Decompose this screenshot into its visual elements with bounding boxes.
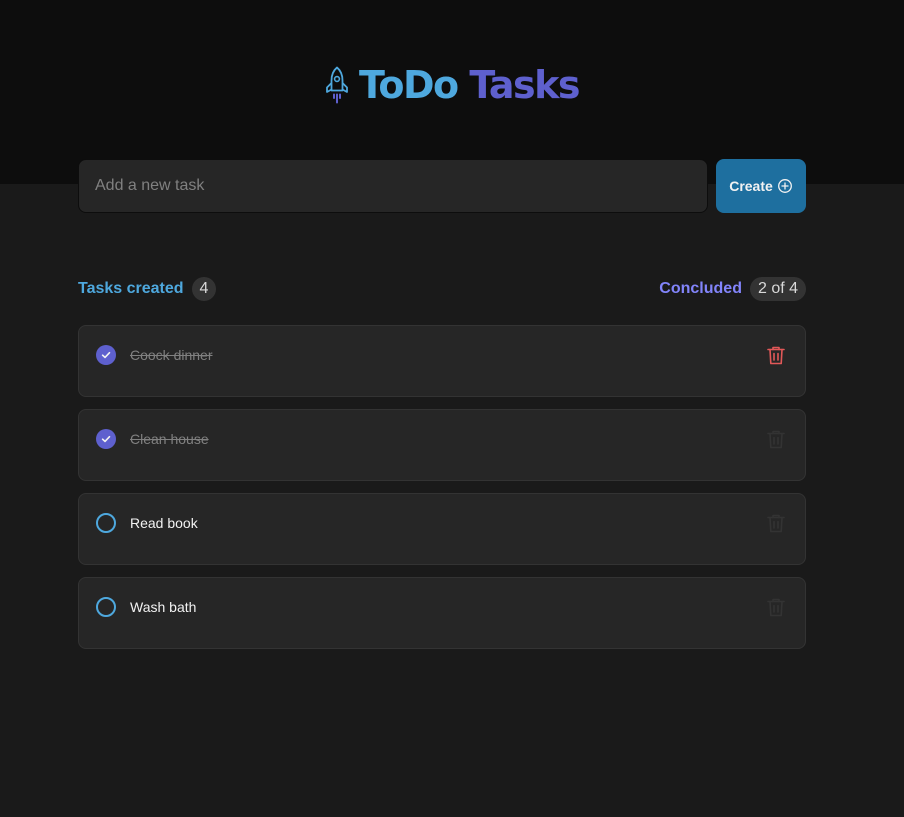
task-item: Wash bath xyxy=(78,577,806,649)
task-checkbox[interactable] xyxy=(96,429,116,449)
create-button[interactable]: Create xyxy=(716,159,806,213)
create-button-label: Create xyxy=(729,178,773,194)
task-list: Coock dinner Clean house Read book Wash … xyxy=(78,325,806,661)
trash-icon xyxy=(767,430,785,449)
trash-icon xyxy=(767,514,785,533)
task-item: Read book xyxy=(78,493,806,565)
task-text: Coock dinner xyxy=(130,347,213,363)
trash-icon xyxy=(767,346,785,365)
task-item: Coock dinner xyxy=(78,325,806,397)
task-checkbox[interactable] xyxy=(96,513,116,533)
task-checkbox[interactable] xyxy=(96,597,116,617)
app-title-part2: Tasks xyxy=(469,63,580,107)
tasks-created-label: Tasks created xyxy=(78,280,184,297)
tasks-created-badge: 4 xyxy=(191,277,217,301)
app-title: ToDo Tasks xyxy=(358,63,581,107)
concluded-label: Concluded xyxy=(659,280,742,297)
tasks-created-counter: Tasks created 4 xyxy=(78,277,217,301)
task-text: Wash bath xyxy=(130,599,197,615)
new-task-input[interactable] xyxy=(78,159,708,213)
delete-task-button[interactable] xyxy=(764,427,788,451)
delete-task-button[interactable] xyxy=(764,511,788,535)
logo: ToDo Tasks xyxy=(0,64,904,106)
header: ToDo Tasks xyxy=(0,0,904,184)
app-title-part1: ToDo xyxy=(358,63,459,107)
check-icon xyxy=(101,435,111,443)
task-checkbox[interactable] xyxy=(96,345,116,365)
concluded-counter: Concluded 2 of 4 xyxy=(659,277,806,301)
delete-task-button[interactable] xyxy=(764,595,788,619)
concluded-badge: 2 of 4 xyxy=(749,277,806,301)
new-task-form: Create xyxy=(78,159,806,213)
task-item: Clean house xyxy=(78,409,806,481)
delete-task-button[interactable] xyxy=(764,343,788,367)
plus-circle-icon xyxy=(777,179,792,193)
task-counters: Tasks created 4 Concluded 2 of 4 xyxy=(78,277,806,301)
rocket-icon xyxy=(326,66,348,104)
check-icon xyxy=(101,351,111,359)
task-text: Read book xyxy=(130,515,198,531)
trash-icon xyxy=(767,598,785,617)
task-text: Clean house xyxy=(130,431,209,447)
